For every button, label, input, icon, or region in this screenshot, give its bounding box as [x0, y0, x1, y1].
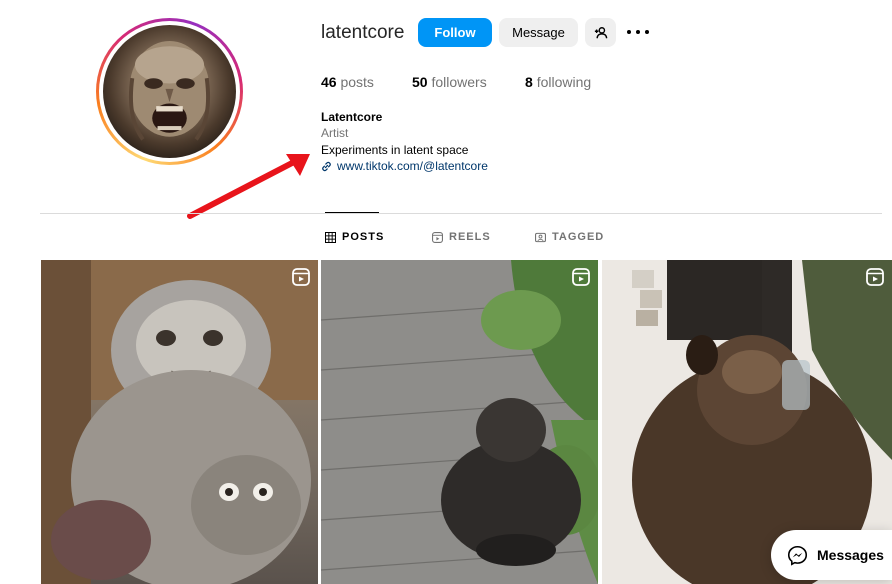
profile-username: latentcore [321, 22, 405, 43]
tab-posts[interactable]: POSTS [325, 231, 384, 243]
link-icon [322, 161, 331, 171]
tab-tagged-label: TAGGED [552, 231, 605, 243]
post-image [321, 260, 598, 584]
dot-icon [645, 30, 649, 34]
bio-name: Latentcore [321, 110, 383, 124]
following-count: 8 [525, 74, 533, 90]
reels-icon [432, 231, 443, 243]
dot-icon [636, 30, 640, 34]
tagged-icon [535, 232, 546, 242]
follow-button[interactable]: Follow [418, 18, 492, 47]
reel-badge-icon [866, 268, 884, 286]
followers-count: 50 [412, 74, 428, 90]
tab-reels-label: REELS [449, 231, 491, 243]
messages-button[interactable]: Messages [771, 530, 892, 580]
tab-reels[interactable]: REELS [432, 231, 491, 243]
message-button[interactable]: Message [499, 18, 578, 47]
posts-label: posts [340, 74, 374, 90]
bio-category: Artist [321, 126, 349, 140]
reel-badge-icon [572, 268, 590, 286]
following-stat[interactable]: 8 following [525, 74, 591, 90]
posts-count: 46 [321, 74, 337, 90]
post-thumbnail[interactable] [321, 260, 598, 584]
posts-count-stat: 46 posts [321, 74, 374, 90]
bio-link[interactable]: www.tiktok.com/@latentcore [321, 159, 488, 173]
avatar-image [103, 25, 236, 158]
tab-tagged[interactable]: TAGGED [535, 231, 604, 243]
reel-badge-icon [292, 268, 310, 286]
following-label: following [536, 74, 592, 90]
grid-icon [325, 231, 336, 243]
profile-avatar[interactable] [96, 18, 243, 165]
messages-label: Messages [817, 547, 884, 563]
more-options-button[interactable] [627, 25, 649, 39]
post-thumbnail[interactable] [41, 260, 318, 584]
dot-icon [627, 30, 631, 34]
suggest-user-button[interactable] [585, 18, 616, 47]
followers-stat[interactable]: 50 followers [412, 74, 487, 90]
avatar-face-illustration [128, 40, 211, 141]
tab-posts-label: POSTS [342, 231, 385, 243]
bio-link-text: www.tiktok.com/@latentcore [337, 159, 488, 173]
messenger-icon [787, 545, 808, 566]
tabs-divider [40, 213, 882, 214]
active-tab-indicator [325, 212, 379, 213]
post-image [41, 260, 318, 584]
bio-text: Experiments in latent space [321, 143, 469, 157]
add-person-icon [594, 26, 607, 38]
followers-label: followers [431, 74, 487, 90]
avatar-frame [99, 21, 240, 162]
